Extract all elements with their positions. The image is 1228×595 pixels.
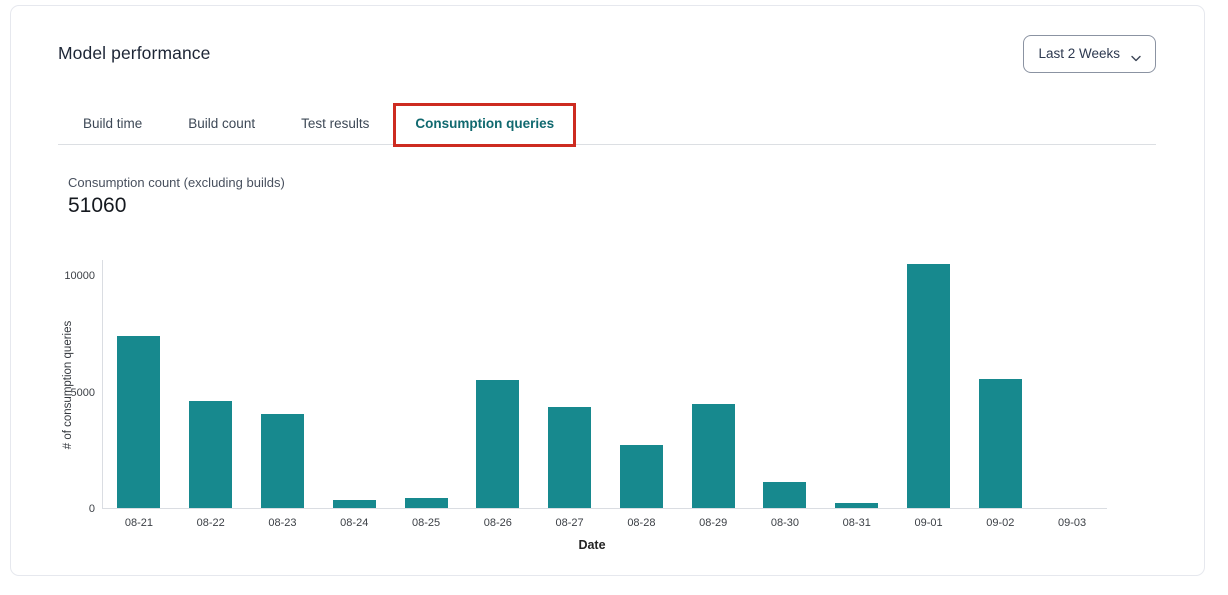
chevron-down-icon: [1131, 50, 1141, 57]
x-axis-tick-label: 09-01: [893, 517, 965, 529]
metric-value: 51060: [68, 193, 1156, 219]
x-axis-tick-label: 08-29: [677, 517, 749, 529]
bar-08-21[interactable]: [117, 336, 160, 508]
x-axis-tick-label: 08-31: [821, 517, 893, 529]
model-performance-card: Model performance Last 2 Weeks Build tim…: [10, 5, 1205, 576]
tab-consumption-queries[interactable]: Consumption queries: [415, 116, 554, 131]
x-axis-tick-label: 08-30: [749, 517, 821, 529]
tab-test-results[interactable]: Test results: [301, 116, 369, 131]
metric-label: Consumption count (excluding builds): [68, 175, 1156, 190]
y-axis-tick-label: 10000: [55, 270, 95, 282]
bar-09-02[interactable]: [979, 379, 1022, 508]
y-axis-tick-label: 0: [55, 503, 95, 515]
x-axis-tick-label: 08-28: [605, 517, 677, 529]
bar-08-25[interactable]: [405, 498, 448, 508]
bar-08-22[interactable]: [189, 401, 232, 508]
page-title: Model performance: [58, 43, 210, 64]
bar-08-28[interactable]: [620, 445, 663, 508]
x-axis-title: Date: [102, 538, 1082, 552]
x-axis-tick-label: 08-26: [462, 517, 534, 529]
bar-08-29[interactable]: [692, 404, 735, 508]
card-header: Model performance Last 2 Weeks: [58, 34, 1156, 73]
y-axis-title: # of consumption queries: [62, 321, 74, 450]
annotation-highlight-box: [393, 103, 576, 147]
date-range-selector[interactable]: Last 2 Weeks: [1023, 35, 1156, 73]
bar-08-27[interactable]: [548, 407, 591, 508]
x-axis-tick-label: 08-23: [246, 517, 318, 529]
metric: Consumption count (excluding builds) 510…: [68, 175, 1156, 219]
tab-build-time[interactable]: Build time: [83, 116, 142, 131]
bar-08-31[interactable]: [835, 503, 878, 508]
bar-08-23[interactable]: [261, 414, 304, 508]
x-axis-tick-label: 08-25: [390, 517, 462, 529]
bar-09-01[interactable]: [907, 264, 950, 508]
tab-build-count[interactable]: Build count: [188, 116, 255, 131]
x-axis-tick-label: 08-21: [103, 517, 175, 529]
consumption-queries-chart: # of consumption queries 050001000008-21…: [11, 260, 1204, 560]
plot-area: 050001000008-2108-2208-2308-2408-2508-26…: [102, 260, 1107, 509]
tabs: Build time Build count Test results Consump…: [58, 116, 1156, 145]
y-axis-tick-label: 5000: [55, 387, 95, 399]
date-range-value: Last 2 Weeks: [1038, 46, 1120, 61]
bar-08-30[interactable]: [763, 482, 806, 508]
x-axis-tick-label: 08-22: [175, 517, 247, 529]
bar-08-24[interactable]: [333, 500, 376, 508]
x-axis-tick-label: 09-03: [1036, 517, 1108, 529]
bar-08-26[interactable]: [476, 380, 519, 508]
x-axis-tick-label: 09-02: [964, 517, 1036, 529]
x-axis-tick-label: 08-24: [318, 517, 390, 529]
x-axis-tick-label: 08-27: [534, 517, 606, 529]
